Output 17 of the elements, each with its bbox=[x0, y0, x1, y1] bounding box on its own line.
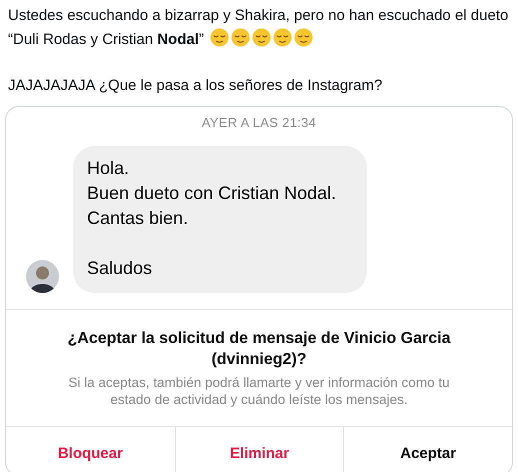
request-description: Si la aceptas, también podrá llamarte y ver información como tu estado de actividad y cuándo leíste los mensajes. bbox=[67, 374, 451, 408]
message-line: Hola. bbox=[87, 158, 130, 178]
message-timestamp: AYER A LAS 21:34 bbox=[202, 115, 316, 130]
message-line: Saludos bbox=[87, 258, 152, 278]
relieved-face-icon bbox=[294, 28, 314, 47]
relieved-face-icon bbox=[273, 28, 292, 47]
request-title: ¿Aceptar la solicitud de mensaje de Vinicio Garcia (dvinnieg2)? bbox=[66, 329, 452, 370]
tweet-text: Ustedes escuchando a bizarrap y Shakira, pero no han escuchado el dueto bbox=[8, 7, 508, 24]
relieved-face-icon bbox=[231, 28, 250, 47]
message-line: Cantas bien. bbox=[87, 208, 188, 228]
tweet-text: JAJAJAJAJA ¿Que le pasa a los señores de Instagram? bbox=[8, 77, 382, 94]
accept-button[interactable]: Aceptar bbox=[343, 427, 512, 472]
avatar-icon bbox=[26, 260, 59, 293]
message-line: Buen dueto con Cristian Nodal. bbox=[87, 183, 336, 203]
relieved-face-icon bbox=[252, 28, 272, 47]
relieved-face-icon bbox=[210, 28, 230, 47]
tweet-text: “Duli Rodas y Cristian Nodal” bbox=[8, 31, 204, 48]
